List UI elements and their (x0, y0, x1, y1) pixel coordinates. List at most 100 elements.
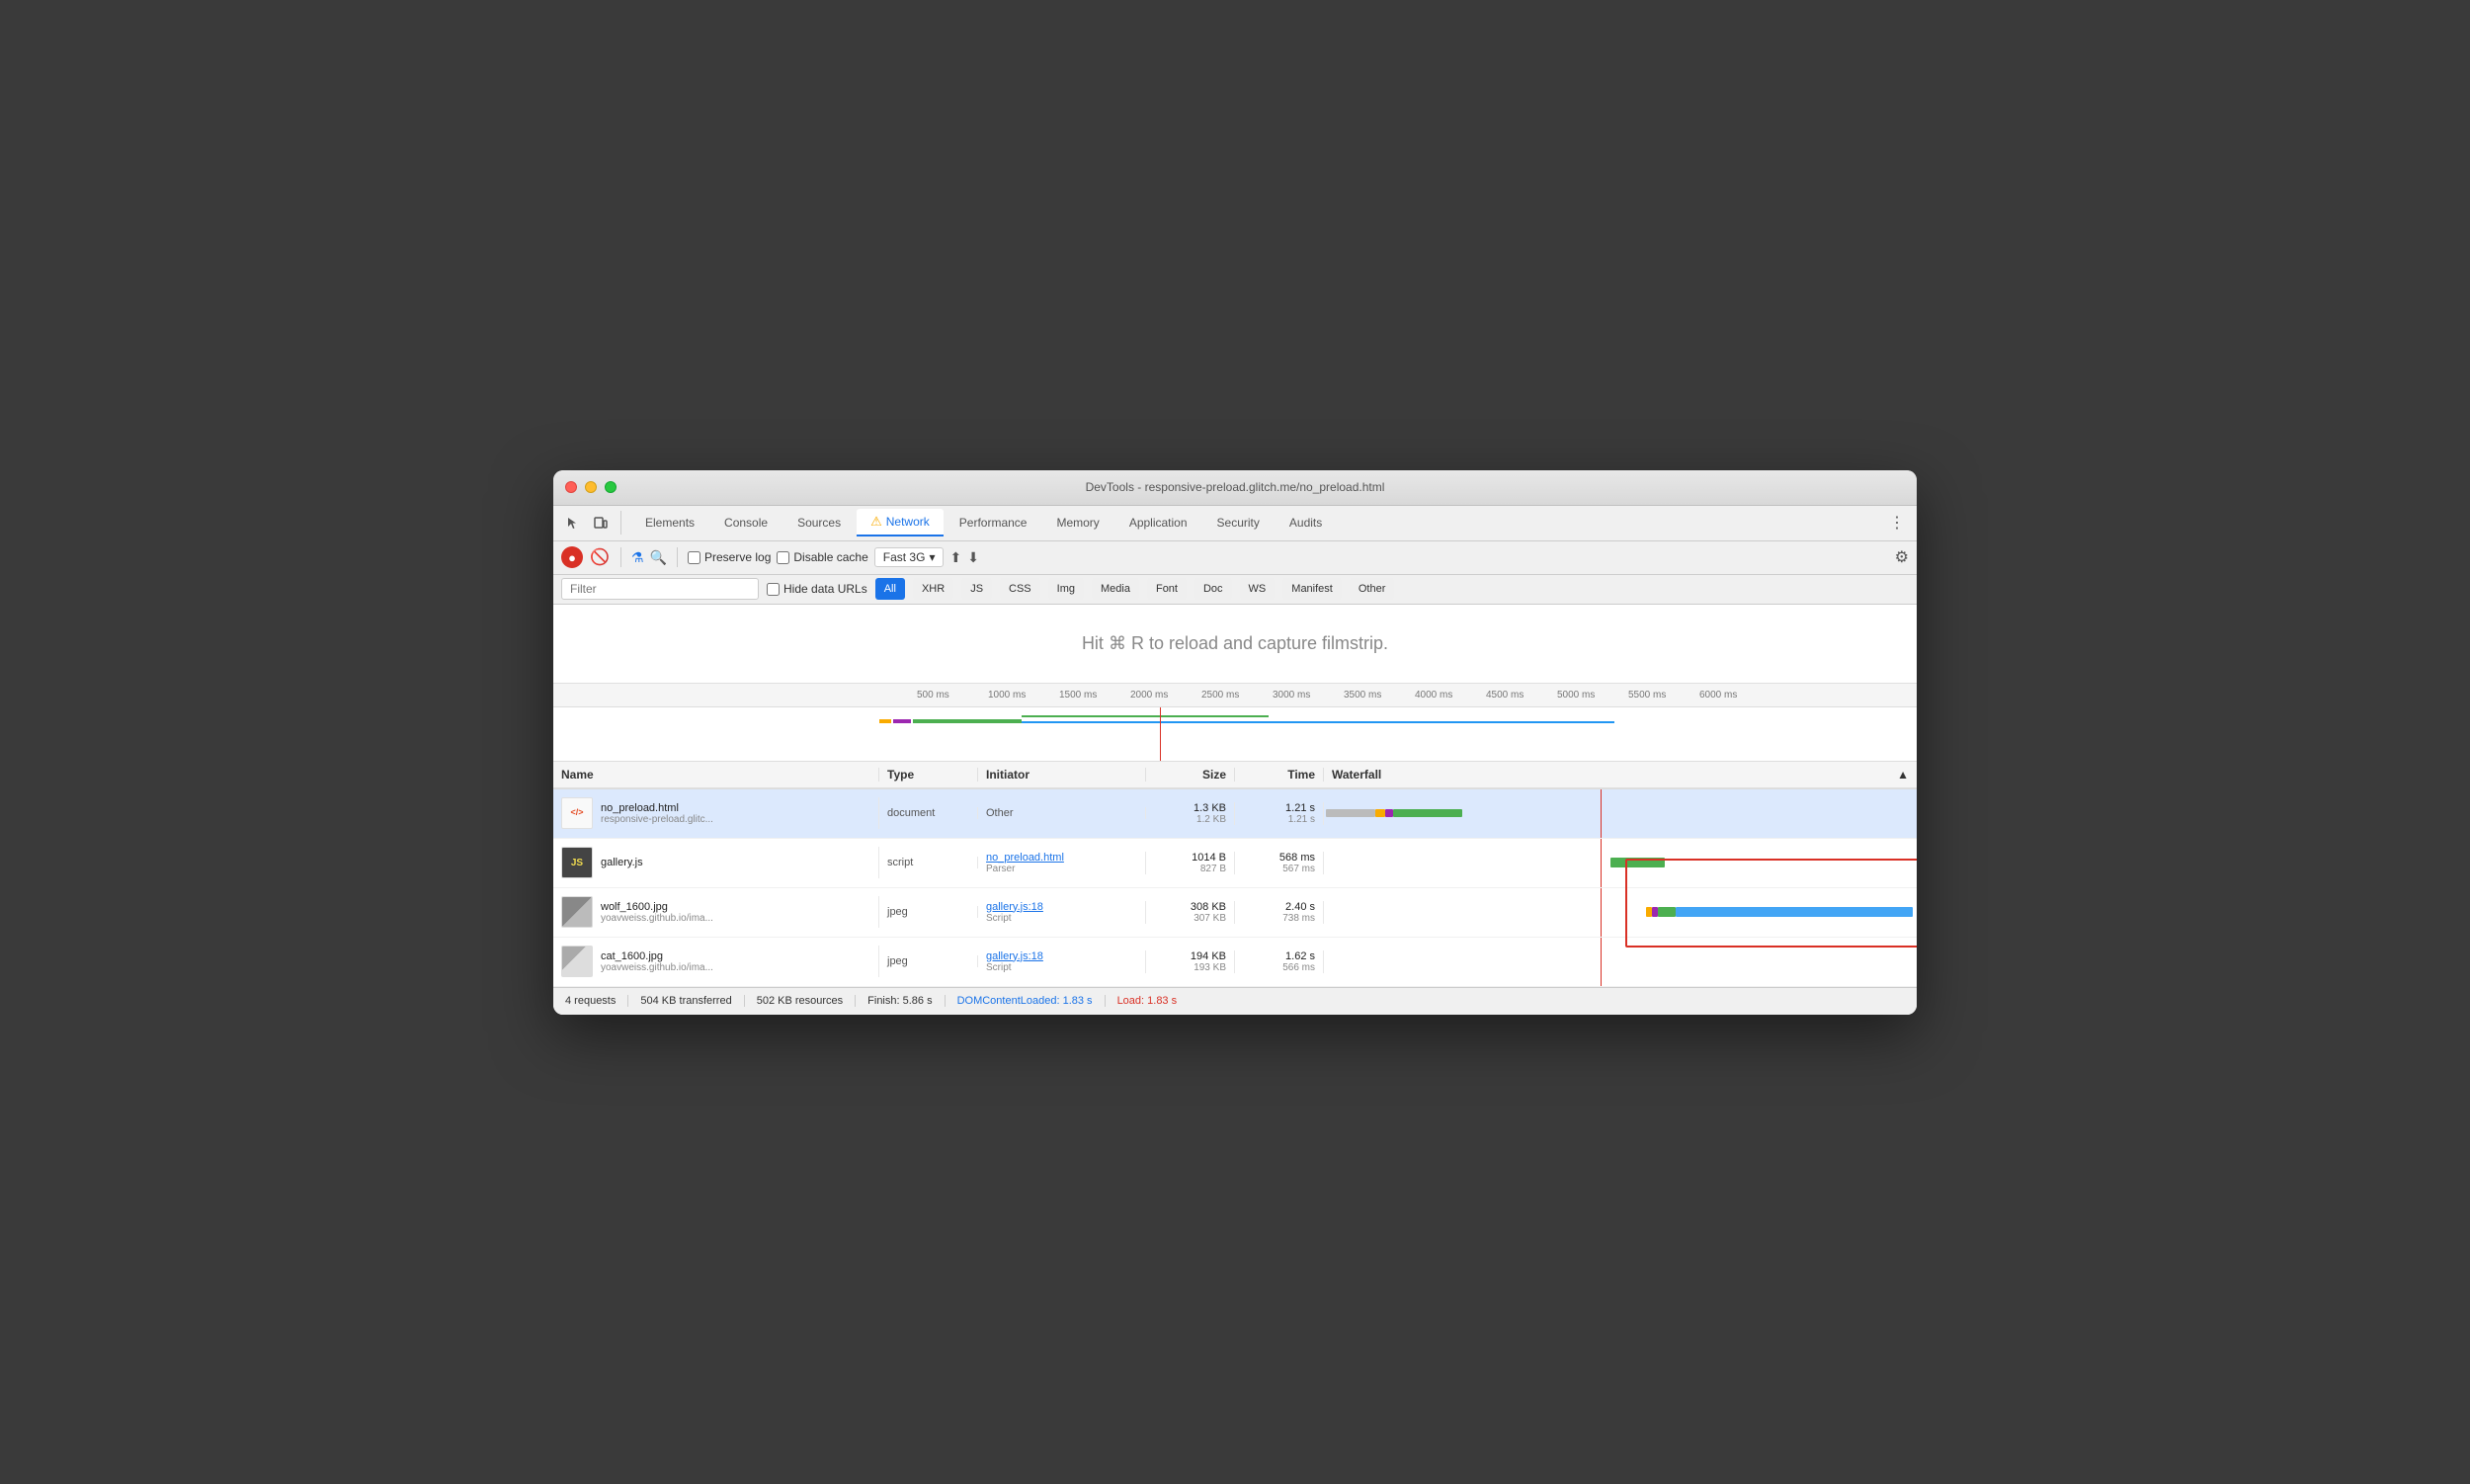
header-size[interactable]: Size (1146, 768, 1235, 782)
load-time: Load: 1.83 s (1106, 995, 1190, 1007)
row-name-cell: cat_1600.jpg yoavweiss.github.io/ima... (553, 946, 879, 977)
tab-application[interactable]: Application (1115, 509, 1201, 536)
network-toolbar: ● 🚫 ⚗ 🔍 Preserve log Disable cache Fast … (553, 541, 1917, 575)
header-time[interactable]: Time (1235, 768, 1324, 782)
cursor-icon[interactable] (561, 511, 585, 535)
record-button[interactable]: ● (561, 546, 583, 568)
header-initiator[interactable]: Initiator (978, 768, 1146, 782)
table-row[interactable]: </> no_preload.html responsive-preload.g… (553, 789, 1917, 839)
transferred-size: 504 KB transferred (628, 995, 744, 1007)
requests-count: 4 requests (565, 995, 628, 1007)
row-name-cell: JS gallery.js (553, 847, 879, 878)
tick-5500: 5500 ms (1628, 690, 1666, 701)
row-size-cell: 194 KB 193 KB (1146, 950, 1235, 973)
wf-bar-purple (1385, 809, 1393, 817)
filter-manifest-button[interactable]: Manifest (1282, 578, 1342, 600)
import-icon[interactable]: ⬆ (949, 549, 961, 566)
tick-2000: 2000 ms (1130, 690, 1168, 701)
row-time-cell: 1.62 s 566 ms (1235, 950, 1324, 973)
timeline-segment-download (1022, 721, 1614, 723)
export-icon[interactable]: ⬇ (967, 549, 979, 566)
filter-img-button[interactable]: Img (1048, 578, 1084, 600)
settings-icon[interactable]: ⚙ (1895, 547, 1909, 567)
wf-bar-green-js (1610, 858, 1665, 867)
toolbar-divider2 (677, 547, 678, 567)
header-waterfall[interactable]: Waterfall ▲ (1324, 768, 1917, 782)
table-row[interactable]: cat_1600.jpg yoavweiss.github.io/ima... … (553, 938, 1917, 987)
preserve-log-checkbox[interactable]: Preserve log (688, 550, 771, 564)
header-name[interactable]: Name (553, 768, 879, 782)
file-icon-js: JS (561, 847, 593, 878)
devtools-panel: Elements Console Sources ⚠ Network Perfo… (553, 506, 1917, 1015)
table-row[interactable]: JS gallery.js script no_preload.html Par… (553, 839, 1917, 888)
close-button[interactable] (565, 481, 577, 493)
timeline-header: 500 ms 1000 ms 1500 ms 2000 ms 2500 ms 3… (553, 684, 1917, 707)
disable-cache-checkbox[interactable]: Disable cache (777, 550, 867, 564)
tick-4500: 4500 ms (1486, 690, 1523, 701)
more-tabs-icon[interactable]: ⋮ (1885, 511, 1909, 535)
timeline-segment-green2 (1022, 715, 1269, 717)
tab-security[interactable]: Security (1203, 509, 1274, 536)
file-icon-html: </> (561, 797, 593, 829)
wf-red-line4 (1601, 938, 1602, 986)
tab-audits[interactable]: Audits (1276, 509, 1336, 536)
filter-css-button[interactable]: CSS (1000, 578, 1040, 600)
row-type-cell: jpeg (879, 955, 978, 967)
file-icon-img (561, 896, 593, 928)
filter-xhr-button[interactable]: XHR (913, 578, 953, 600)
filter-other-button[interactable]: Other (1350, 578, 1395, 600)
device-toggle-icon[interactable] (589, 511, 613, 535)
dom-content-loaded: DOMContentLoaded: 1.83 s (946, 995, 1106, 1007)
filter-font-button[interactable]: Font (1147, 578, 1187, 600)
row-time-cell: 568 ms 567 ms (1235, 852, 1324, 874)
finish-time: Finish: 5.86 s (856, 995, 945, 1007)
wf-bar-green (1393, 809, 1462, 817)
name-lines: cat_1600.jpg yoavweiss.github.io/ima... (601, 950, 713, 973)
maximize-button[interactable] (605, 481, 617, 493)
filter-media-button[interactable]: Media (1092, 578, 1139, 600)
header-type[interactable]: Type (879, 768, 978, 782)
tab-memory[interactable]: Memory (1042, 509, 1112, 536)
search-icon[interactable]: 🔍 (650, 549, 667, 566)
row-time-cell: 1.21 s 1.21 s (1235, 802, 1324, 825)
row-waterfall-cell (1324, 839, 1917, 887)
tick-1000: 1000 ms (988, 690, 1026, 701)
tab-icons (561, 511, 621, 535)
filter-ws-button[interactable]: WS (1240, 578, 1276, 600)
devtools-window: DevTools - responsive-preload.glitch.me/… (553, 470, 1917, 1015)
table-row[interactable]: wolf_1600.jpg yoavweiss.github.io/ima...… (553, 888, 1917, 938)
import-export-buttons: ⬆ ⬇ (949, 549, 978, 566)
wf-bar-gray (1326, 809, 1375, 817)
wf-red-line3 (1601, 888, 1602, 937)
tab-elements[interactable]: Elements (631, 509, 708, 536)
clear-button[interactable]: 🚫 (589, 546, 611, 568)
tab-sources[interactable]: Sources (783, 509, 855, 536)
tick-4000: 4000 ms (1415, 690, 1452, 701)
filter-all-button[interactable]: All (875, 578, 905, 600)
tick-6000: 6000 ms (1699, 690, 1737, 701)
network-table: Name Type Initiator Size Time Waterfall … (553, 762, 1917, 987)
tab-performance[interactable]: Performance (946, 509, 1041, 536)
wf-red-line1 (1601, 789, 1602, 838)
filter-input[interactable] (561, 578, 759, 600)
row-name-cell: wolf_1600.jpg yoavweiss.github.io/ima... (553, 896, 879, 928)
tick-3500: 3500 ms (1344, 690, 1381, 701)
filter-icon[interactable]: ⚗ (631, 549, 644, 566)
tab-network[interactable]: ⚠ Network (857, 509, 944, 536)
chevron-down-icon: ▾ (929, 550, 935, 564)
window-title: DevTools - responsive-preload.glitch.me/… (1086, 480, 1385, 494)
table-header-row: Name Type Initiator Size Time Waterfall … (553, 762, 1917, 789)
wf-bar-green-wolf (1658, 907, 1676, 917)
warning-icon: ⚠ (870, 514, 882, 530)
throttle-selector[interactable]: Fast 3G ▾ (874, 547, 945, 567)
status-bar: 4 requests 504 KB transferred 502 KB res… (553, 987, 1917, 1015)
hide-data-urls-checkbox[interactable]: Hide data URLs (767, 582, 867, 596)
row-name-cell: </> no_preload.html responsive-preload.g… (553, 797, 879, 829)
filter-doc-button[interactable]: Doc (1194, 578, 1232, 600)
timeline-bars (553, 707, 1917, 762)
minimize-button[interactable] (585, 481, 597, 493)
wf-bar-orange (1375, 809, 1385, 817)
name-lines: gallery.js (601, 857, 643, 868)
filter-js-button[interactable]: JS (961, 578, 992, 600)
tab-console[interactable]: Console (710, 509, 782, 536)
